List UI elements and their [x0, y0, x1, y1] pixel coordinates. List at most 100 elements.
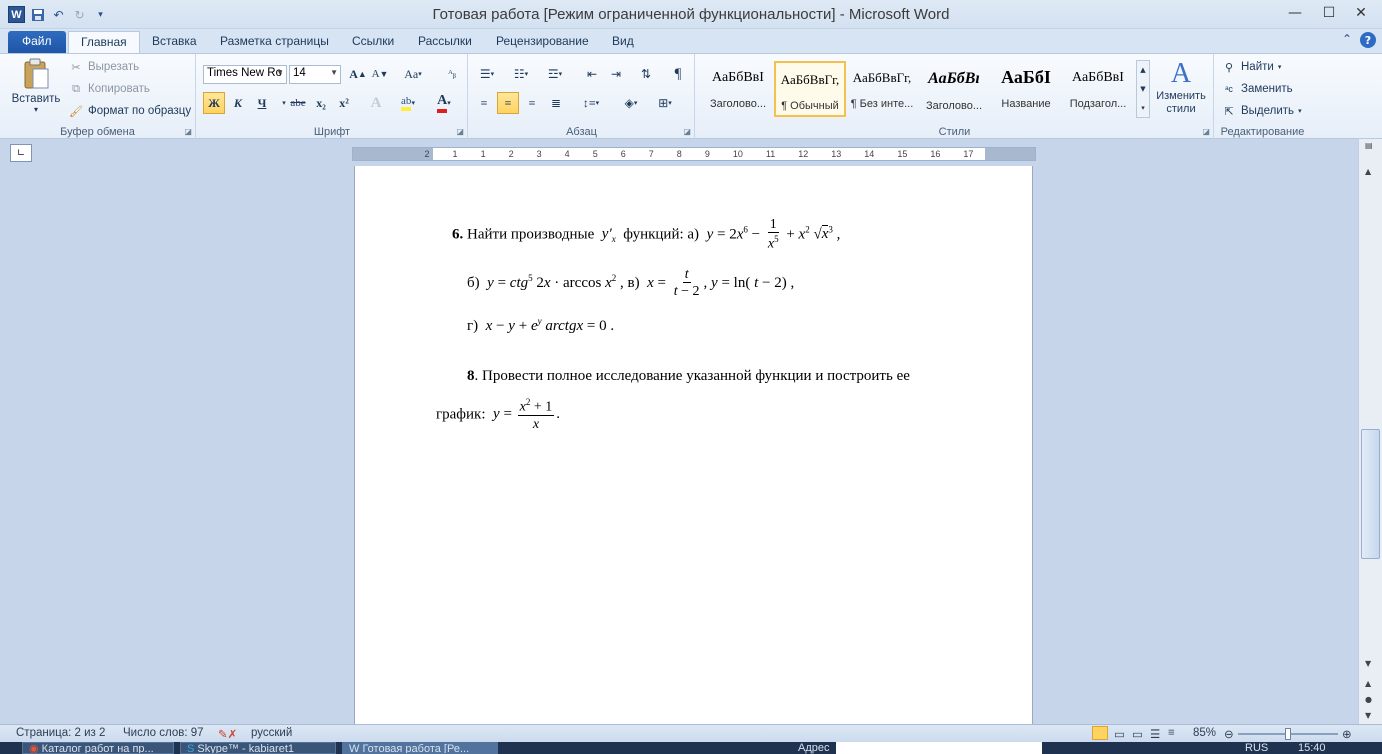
full-screen-view-icon[interactable]: ▭ [1114, 727, 1125, 741]
web-layout-view-icon[interactable]: ▭ [1132, 727, 1143, 741]
select-label: Выделить [1241, 105, 1295, 117]
tab-references[interactable]: Ссылки [340, 31, 406, 53]
ruler-tick-label: 15 [897, 149, 908, 159]
zoom-slider[interactable] [1238, 728, 1338, 740]
paste-dropdown-icon[interactable]: ▾ [10, 105, 62, 114]
underline-button[interactable]: Ч [251, 92, 273, 114]
vertical-scrollbar[interactable]: ▤ ▲ ▼ ▲ ● ▼ [1358, 139, 1382, 729]
bullets-button[interactable]: ☰ ▾ [473, 63, 501, 85]
maximize-icon[interactable]: ☐ [1312, 0, 1346, 26]
ruler-toggle-icon[interactable]: ▤ [1365, 141, 1373, 150]
draft-view-icon[interactable]: ≡ [1168, 727, 1175, 739]
style-name: Заголово... [925, 100, 983, 112]
taskbar-item-word[interactable]: W Готовая работа [Ре... [342, 742, 498, 754]
select-button[interactable]: ⇱ Выделить ▾ [1221, 101, 1301, 121]
address-label: Адрес [798, 742, 830, 754]
clock[interactable]: 15:40 [1298, 742, 1326, 754]
copy-button[interactable]: ⧉ Копировать [68, 79, 150, 99]
taskbar-item-skype[interactable]: S Skype™ - kabiaret1 [180, 742, 336, 754]
change-styles-button[interactable]: A Изменить стили [1154, 58, 1208, 116]
document-page[interactable]: 6. Найти производные y′x функций: а) y =… [354, 166, 1033, 724]
tab-home[interactable]: Главная [68, 31, 140, 53]
browse-object-icon[interactable]: ● [1365, 695, 1372, 704]
outline-view-icon[interactable]: ☰ [1150, 727, 1160, 741]
grow-font-button[interactable]: A ▲ [347, 63, 369, 85]
tab-mailings[interactable]: Рассылки [406, 31, 484, 53]
paste-label: Вставить [11, 93, 61, 105]
align-left-button[interactable]: ≡ [473, 92, 495, 114]
font-color-button[interactable]: A ▾ [429, 92, 459, 114]
italic-button[interactable]: К [227, 92, 249, 114]
word-count[interactable]: Число слов: 97 [123, 727, 204, 739]
shrink-font-button[interactable]: A ▼ [369, 63, 391, 85]
font-name-combo[interactable]: Times New Ro ▼ [203, 65, 287, 84]
increase-indent-button[interactable]: ⇥ [605, 63, 627, 85]
justify-icon: ≣ [550, 95, 562, 110]
find-button[interactable]: ⚲ Найти ▾ [1221, 57, 1281, 77]
styles-scroll[interactable]: ▲ ▼ ▾ [1136, 60, 1150, 118]
text-effects-icon[interactable]: A [365, 92, 387, 114]
clipboard-launcher-icon[interactable]: ◪ [184, 127, 192, 136]
sort-button[interactable]: ⇅ [635, 63, 657, 85]
page-count[interactable]: Страница: 2 из 2 [16, 727, 105, 739]
decrease-indent-button[interactable]: ⇤ [581, 63, 603, 85]
spellcheck-icon[interactable]: ✎✗ [218, 727, 237, 741]
collapse-ribbon-icon[interactable]: ⌃ [1342, 32, 1352, 48]
justify-button[interactable]: ≣ [545, 92, 567, 114]
bold-button[interactable]: Ж [203, 92, 225, 114]
paste-button[interactable]: Вставить ▾ [10, 58, 62, 120]
style-no-spacing[interactable]: АаБбВвГг, ¶ Без инте... [846, 61, 918, 117]
style-subtitle[interactable]: АаБбВвІ Подзагол... [1062, 61, 1134, 117]
next-page-icon[interactable]: ▼ [1365, 711, 1371, 720]
superscript-button[interactable]: x² [333, 92, 355, 114]
minimize-icon[interactable]: — [1278, 0, 1312, 26]
scroll-thumb[interactable] [1361, 429, 1380, 559]
styles-launcher-icon[interactable]: ◪ [1202, 127, 1210, 136]
zoom-out-icon[interactable]: ⊖ [1224, 727, 1234, 741]
taskbar-item-chrome[interactable]: ◉ Каталог работ на пр... [22, 742, 174, 754]
tab-insert[interactable]: Вставка [140, 31, 209, 53]
replace-button[interactable]: ᵃc Заменить [1221, 79, 1293, 99]
previous-page-icon[interactable]: ▲ [1365, 679, 1371, 688]
borders-button[interactable]: ⊞ ▾ [651, 92, 679, 114]
close-icon[interactable]: ✕ [1346, 0, 1376, 26]
style-normal[interactable]: АаБбВвГг, ¶ Обычный [774, 61, 846, 117]
strikethrough-button[interactable]: abe [287, 92, 309, 114]
zoom-level[interactable]: 85% [1193, 727, 1216, 739]
multilevel-list-button[interactable]: ☲ ▾ [541, 63, 569, 85]
show-marks-button[interactable]: ¶ [667, 63, 689, 85]
highlight-button[interactable]: ab ▾ [393, 92, 423, 114]
font-size-combo[interactable]: 14 ▼ [289, 65, 341, 84]
scroll-down-icon[interactable]: ▼ [1365, 659, 1371, 668]
subscript-button[interactable]: x₂ [310, 92, 332, 114]
keyboard-language[interactable]: RUS [1245, 742, 1268, 754]
tab-view[interactable]: Вид [600, 31, 646, 53]
cut-button[interactable]: ✂ Вырезать [68, 57, 139, 77]
style-title[interactable]: АаБбІ Название [990, 61, 1062, 117]
print-layout-view-icon[interactable] [1092, 726, 1108, 740]
numbering-button[interactable]: ☷ ▾ [507, 63, 535, 85]
horizontal-ruler[interactable]: 2 1 1 2 3 4 5 6 7 8 9 10 11 12 13 14 15 16 17 [352, 147, 1036, 161]
font-launcher-icon[interactable]: ◪ [456, 127, 464, 136]
zoom-slider-knob[interactable] [1285, 728, 1291, 740]
style-heading1[interactable]: АаБбВвІ Заголово... [702, 61, 774, 117]
brush-icon: 🖌 [69, 105, 83, 118]
tab-file[interactable]: Файл [8, 31, 66, 53]
zoom-in-icon[interactable]: ⊕ [1342, 727, 1352, 741]
scroll-up-icon[interactable]: ▲ [1365, 167, 1371, 176]
help-icon[interactable]: ? [1360, 32, 1376, 48]
format-painter-button[interactable]: 🖌 Формат по образцу [68, 101, 191, 121]
line-spacing-button[interactable]: ↕≡ ▾ [577, 92, 605, 114]
paragraph-launcher-icon[interactable]: ◪ [683, 127, 691, 136]
clear-format-button[interactable]: ᴬᵦ [441, 63, 463, 85]
shading-button[interactable]: ◈ ▾ [617, 92, 645, 114]
tab-selector-icon[interactable]: ∟ [10, 144, 32, 162]
tab-page-layout[interactable]: Разметка страницы [208, 31, 341, 53]
address-input[interactable] [836, 742, 1042, 754]
language[interactable]: русский [251, 727, 292, 739]
style-heading2[interactable]: АаБбВı Заголово... [918, 61, 990, 117]
tab-review[interactable]: Рецензирование [484, 31, 601, 53]
change-case-button[interactable]: Aa ▾ [399, 63, 427, 85]
align-right-button[interactable]: ≡ [521, 92, 543, 114]
align-center-button[interactable]: ≡ [497, 92, 519, 114]
